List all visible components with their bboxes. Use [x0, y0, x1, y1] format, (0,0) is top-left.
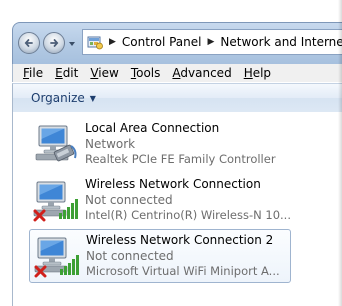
wireless-network-icon — [33, 181, 78, 222]
wired-network-icon — [35, 125, 77, 162]
command-bar: Organize ▼ — [12, 83, 342, 113]
window-edge-shadow — [338, 0, 342, 306]
connection-item-local-area[interactable]: Local Area Connection Network Realtek PC… — [29, 118, 291, 172]
wireless-network-icon — [34, 237, 79, 278]
connection-device: Realtek PCIe FE Family Controller — [85, 152, 276, 166]
menu-advanced-rest: dvanced — [180, 66, 232, 80]
menu-edit-rest: dit — [62, 66, 79, 80]
connection-item-wireless[interactable]: Wireless Network Connection Not connecte… — [29, 174, 291, 228]
menu-help-accel: H — [243, 66, 253, 80]
dropdown-arrow-icon: ▼ — [89, 93, 96, 103]
back-button[interactable] — [18, 32, 40, 54]
network-connections-window: ▶ Control Panel ▶ Network and Internet F… — [0, 0, 342, 306]
organize-label: Organize — [31, 91, 85, 105]
breadcrumb-separator-icon[interactable]: ▶ — [208, 37, 215, 47]
connection-device: Intel(R) Centrino(R) Wireless-N 10... — [85, 208, 291, 222]
menu-edit[interactable]: Edit — [49, 66, 84, 80]
connection-text: Wireless Network Connection 2 Not connec… — [86, 233, 280, 280]
connection-device: Microsoft Virtual WiFi Miniport A... — [86, 264, 280, 278]
connection-status: Network — [85, 136, 136, 151]
control-panel-icon — [87, 36, 103, 50]
connection-status: Not connected — [86, 248, 174, 263]
menu-edit-accel: E — [55, 66, 63, 80]
address-bar[interactable]: ▶ Control Panel ▶ Network and Internet — [82, 29, 342, 55]
back-arrow-icon — [24, 39, 33, 47]
menu-tools-rest: ools — [136, 66, 161, 80]
forward-arrow-icon — [50, 39, 59, 47]
connection-status: Not connected — [85, 192, 173, 207]
connection-name: Wireless Network Connection — [85, 177, 261, 191]
menu-file[interactable]: File — [13, 66, 49, 80]
title-navigation-bar: ▶ Control Panel ▶ Network and Internet — [12, 22, 342, 65]
menu-file-rest: ile — [29, 66, 44, 80]
connections-list: Local Area Connection Network Realtek PC… — [12, 112, 342, 306]
recent-pages-chevron-icon[interactable] — [67, 39, 77, 49]
connection-name: Wireless Network Connection 2 — [86, 233, 274, 247]
organize-button[interactable]: Organize ▼ — [31, 91, 96, 105]
connection-name: Local Area Connection — [85, 121, 220, 135]
menu-help-rest: elp — [252, 66, 272, 80]
breadcrumb-network-and-internet[interactable]: Network and Internet — [220, 35, 342, 49]
menu-bar: File Edit View Tools Advanced Help — [12, 64, 342, 82]
menu-view[interactable]: View — [84, 66, 124, 80]
connection-text: Local Area Connection Network Realtek PC… — [85, 121, 276, 168]
breadcrumb-separator-icon[interactable]: ▶ — [109, 37, 116, 47]
connection-text: Wireless Network Connection Not connecte… — [85, 177, 291, 224]
connection-item-wireless-2[interactable]: Wireless Network Connection 2 Not connec… — [29, 229, 291, 283]
menu-tools[interactable]: Tools — [125, 66, 167, 80]
menu-help[interactable]: Help — [238, 66, 277, 80]
menu-advanced[interactable]: Advanced — [166, 66, 237, 80]
menu-view-rest: iew — [98, 66, 119, 80]
forward-button[interactable] — [43, 32, 65, 54]
breadcrumb-control-panel[interactable]: Control Panel — [122, 35, 202, 49]
